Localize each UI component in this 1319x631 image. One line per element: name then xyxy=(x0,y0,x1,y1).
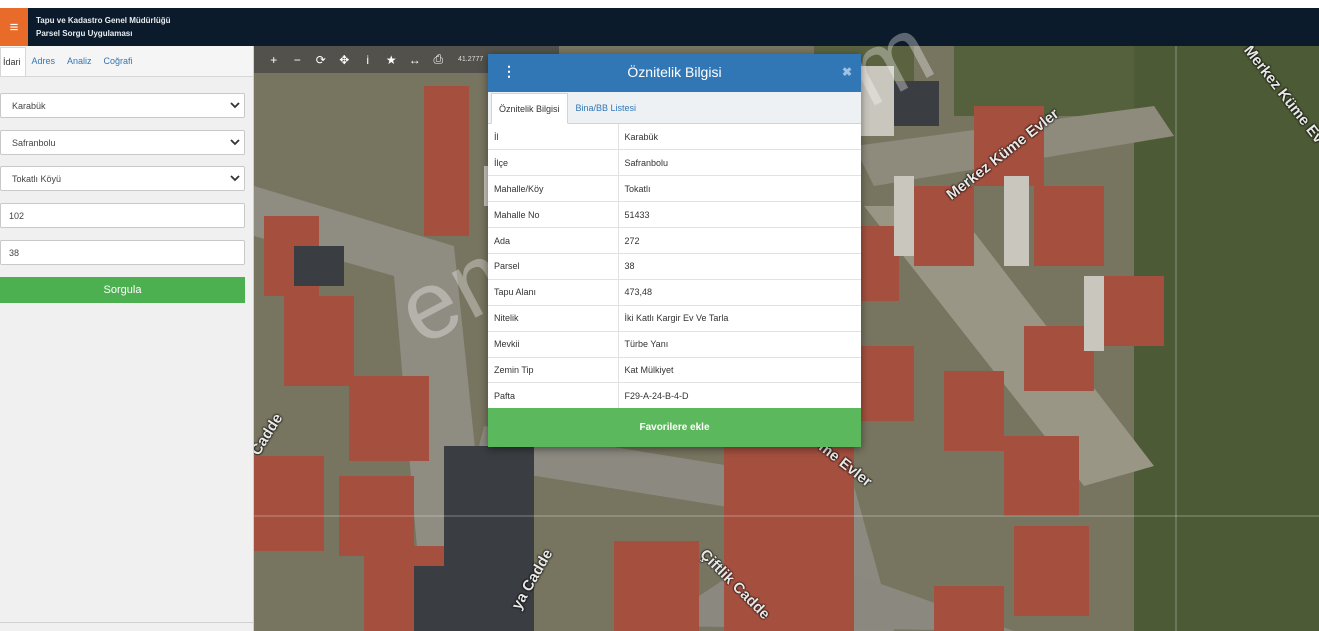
attribute-value: 51433 xyxy=(618,201,861,229)
block-value: 102 xyxy=(9,210,25,221)
table-row: Mahalle/Köy Tokatlı xyxy=(488,175,861,203)
hamburger-icon[interactable]: ≡ xyxy=(0,8,28,46)
refresh-icon[interactable]: ⟳ xyxy=(309,50,333,70)
block-input[interactable]: 102 xyxy=(0,203,245,228)
print-icon[interactable]: ⎙ xyxy=(427,50,451,70)
attribute-value: 272 xyxy=(618,227,861,254)
attribute-key: Mahalle/Köy xyxy=(488,175,619,203)
attribute-key: Nitelik xyxy=(488,305,619,332)
zoom-in-icon[interactable]: + xyxy=(262,50,286,70)
parcel-input[interactable]: 38 xyxy=(0,240,245,265)
attribute-key: Pafta xyxy=(488,382,619,410)
app-title-line2: Parsel Sorgu Uygulaması xyxy=(36,29,133,38)
neighborhood-select[interactable]: Tokatlı Köyü xyxy=(0,166,245,191)
attribute-value: Safranbolu xyxy=(618,149,861,177)
tab-building-list[interactable]: Bina/BB Listesi xyxy=(568,103,645,123)
table-row: İlçe Safranbolu xyxy=(488,149,861,177)
attribute-value: Kat Mülkiyet xyxy=(618,357,861,384)
chevron-down-icon xyxy=(230,139,240,146)
district-select[interactable]: Safranbolu xyxy=(0,130,245,155)
attribute-info-modal: ⋮ Öznitelik Bilgisi ✖ Öznitelik Bilgisi … xyxy=(488,54,861,447)
tab-cografi[interactable]: Coğrafi xyxy=(98,56,139,76)
sidebar-tabs: İdari Adres Analiz Coğrafi xyxy=(0,46,253,77)
add-to-favorites-button[interactable]: Favorilere ekle xyxy=(488,408,861,447)
attribute-key: Ada xyxy=(488,227,619,254)
attribute-key: Tapu Alanı xyxy=(488,279,619,306)
attribute-value: Karabük xyxy=(618,124,861,151)
bookmark-star-icon[interactable]: ★ xyxy=(380,50,404,70)
chevron-down-icon xyxy=(230,175,240,182)
tab-adres[interactable]: Adres xyxy=(26,56,62,76)
measure-icon[interactable]: ↔ xyxy=(403,50,427,70)
table-row: Ada 272 xyxy=(488,227,861,254)
app-title: Tapu ve Kadastro Genel Müdürlüğü Parsel … xyxy=(36,14,171,40)
attribute-value: 473,48 xyxy=(618,279,861,306)
tab-attribute-info[interactable]: Öznitelik Bilgisi xyxy=(491,93,568,124)
neighborhood-value: Tokatlı Köyü xyxy=(12,173,62,184)
attribute-key: İlçe xyxy=(488,149,619,177)
close-icon[interactable]: ✖ xyxy=(842,65,852,79)
info-icon[interactable]: i xyxy=(356,50,380,70)
parcel-value: 38 xyxy=(9,247,20,258)
table-row: Mevkii Türbe Yanı xyxy=(488,331,861,358)
tab-analiz[interactable]: Analiz xyxy=(61,56,98,76)
attribute-key: İl xyxy=(488,124,619,151)
attribute-value: F29-A-24-B-4-D xyxy=(618,382,861,410)
app-header: ≡ Tapu ve Kadastro Genel Müdürlüğü Parse… xyxy=(0,8,1319,46)
zoom-out-icon[interactable]: − xyxy=(286,50,310,70)
modal-tabs: Öznitelik Bilgisi Bina/BB Listesi xyxy=(488,92,861,124)
province-value: Karabük xyxy=(12,100,46,111)
tab-idari[interactable]: İdari xyxy=(0,47,26,76)
attribute-key: Mevkii xyxy=(488,331,619,358)
locate-icon[interactable]: ✥ xyxy=(333,50,357,70)
chevron-down-icon xyxy=(230,102,240,109)
table-row: Mahalle No 51433 xyxy=(488,201,861,229)
query-sidebar: İdari Adres Analiz Coğrafi Karabük Safra… xyxy=(0,46,254,631)
province-select[interactable]: Karabük xyxy=(0,93,245,118)
app-title-line1: Tapu ve Kadastro Genel Müdürlüğü xyxy=(36,16,171,25)
table-row: Pafta F29-A-24-B-4-D xyxy=(488,382,861,410)
divider xyxy=(0,622,254,623)
attribute-key: Zemin Tip xyxy=(488,357,619,384)
attribute-value: Tokatlı xyxy=(618,175,861,203)
table-row: Tapu Alanı 473,48 xyxy=(488,279,861,306)
modal-title: Öznitelik Bilgisi xyxy=(627,64,722,80)
attribute-value: İki Katlı Kargir Ev Ve Tarla xyxy=(618,305,861,332)
table-row: İl Karabük xyxy=(488,124,861,151)
table-row: Zemin Tip Kat Mülkiyet xyxy=(488,357,861,384)
attribute-key: Mahalle No xyxy=(488,201,619,229)
query-button[interactable]: Sorgula xyxy=(0,277,245,303)
top-strip xyxy=(0,0,1319,8)
attribute-value: 38 xyxy=(618,253,861,280)
attribute-key: Parsel xyxy=(488,253,619,280)
table-row: Parsel 38 xyxy=(488,253,861,280)
coordinate-readout: 41.2777 xyxy=(458,56,484,63)
app-window: ≡ Tapu ve Kadastro Genel Müdürlüğü Parse… xyxy=(0,0,1319,631)
table-row: Nitelik İki Katlı Kargir Ev Ve Tarla xyxy=(488,305,861,332)
district-value: Safranbolu xyxy=(12,137,56,148)
modal-header: ⋮ Öznitelik Bilgisi ✖ xyxy=(488,54,861,92)
attribute-table: İl Karabük İlçe Safranbolu Mahalle/Köy Tokatl… xyxy=(488,124,861,410)
attribute-value: Türbe Yanı xyxy=(618,331,861,358)
